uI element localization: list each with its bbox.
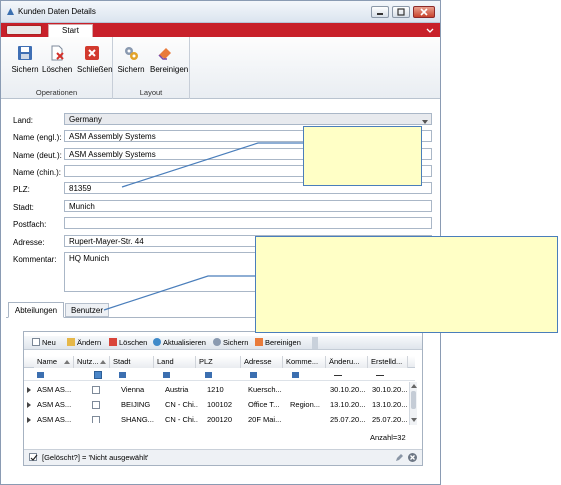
- callout-box-bottom: [255, 236, 558, 333]
- callout-box-top: [303, 126, 422, 186]
